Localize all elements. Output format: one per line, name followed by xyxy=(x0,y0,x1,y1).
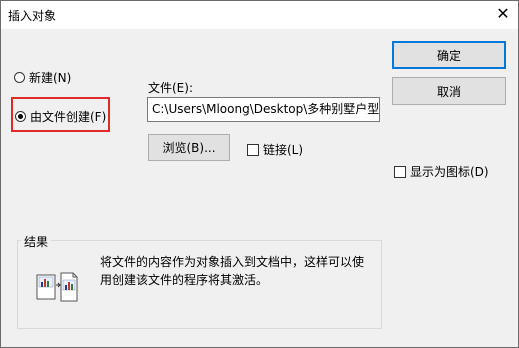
result-title: 结果 xyxy=(21,233,52,250)
create-from-file-radio[interactable]: 由文件创建(F) xyxy=(15,108,106,125)
ok-button[interactable]: 确定 xyxy=(392,41,506,69)
file-path-input[interactable]: C:\Users\Mloong\Desktop\多种别墅户型 xyxy=(147,97,380,122)
create-from-file-label: 由文件创建(F) xyxy=(30,110,107,124)
checkbox-icon xyxy=(247,143,259,156)
title-bar: 插入对象 ✕ xyxy=(1,1,518,29)
link-label: 链接(L) xyxy=(263,143,304,157)
close-icon[interactable]: ✕ xyxy=(494,5,512,23)
insert-object-dialog: 插入对象 ✕ 新建(N) 由文件创建(F) 文件(E): C:\Users\Ml… xyxy=(0,0,519,348)
radio-selected-icon xyxy=(15,111,26,122)
display-as-icon-label: 显示为图标(D) xyxy=(410,165,489,179)
browse-button[interactable]: 浏览(B)... xyxy=(148,134,230,161)
result-description: 将文件的内容作为对象插入到文档中，这样可以使用创建该文件的程序将其激活。 xyxy=(100,255,365,287)
file-label: 文件(E): xyxy=(148,81,193,95)
document-chart-icon xyxy=(36,272,78,302)
radio-circle-icon xyxy=(14,72,25,83)
create-new-radio[interactable]: 新建(N) xyxy=(14,69,71,86)
display-as-icon-checkbox[interactable]: 显示为图标(D) xyxy=(394,163,489,180)
cancel-button[interactable]: 取消 xyxy=(392,77,506,105)
dialog-title: 插入对象 xyxy=(8,9,57,23)
link-checkbox[interactable]: 链接(L) xyxy=(247,141,303,158)
checkbox-icon xyxy=(394,165,406,178)
create-new-label: 新建(N) xyxy=(29,71,72,85)
